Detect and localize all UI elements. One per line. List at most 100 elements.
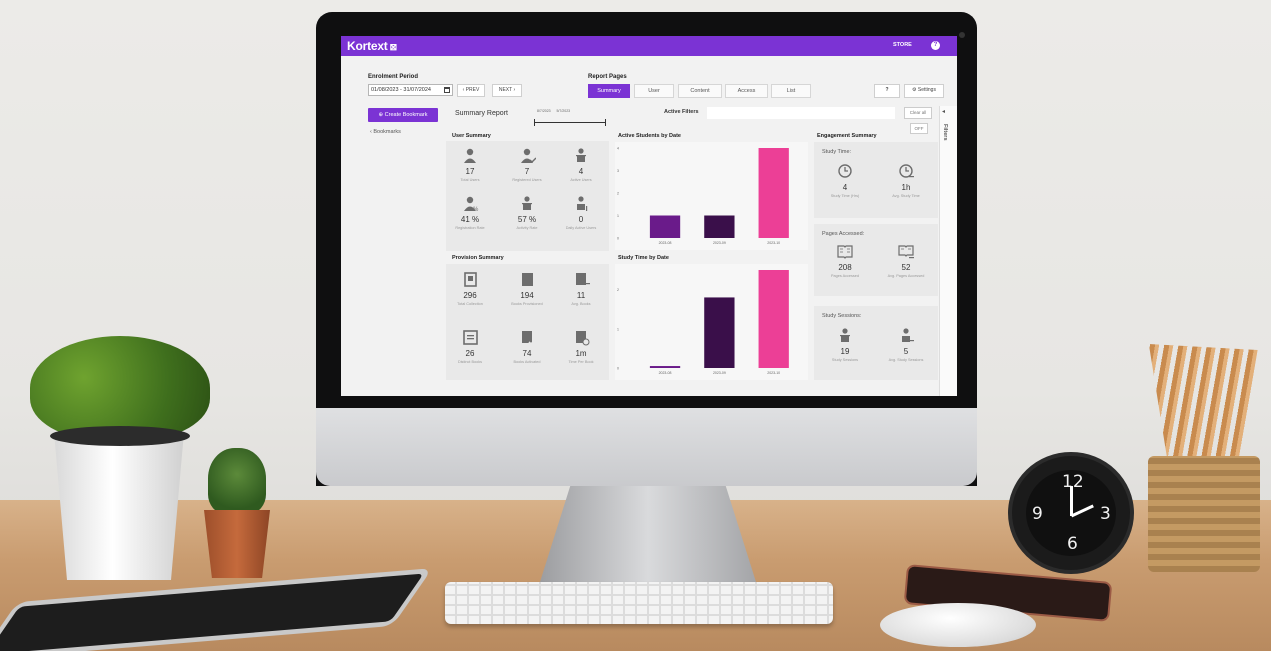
chart-bar[interactable]: [758, 270, 789, 368]
stat-label: Distinct Books: [457, 360, 483, 364]
filter-toggle-off[interactable]: OFF: [910, 123, 928, 134]
active-students-chart-title: Active Students by Date: [618, 133, 681, 139]
bookmarks-link[interactable]: ‹ Bookmarks: [370, 129, 401, 135]
stat-label: Avg. Books: [571, 302, 591, 306]
stat-value: 11: [576, 291, 586, 300]
user-book-icon: [499, 194, 555, 212]
clock-icon: [817, 162, 873, 180]
slider-handle-end[interactable]: [605, 119, 606, 126]
pages-accessed-stat: 208 Pages Accessed: [817, 242, 873, 278]
settings-button[interactable]: ⚙ Settings: [904, 84, 944, 98]
active-students-chart-svg: 0 1 2 3 4 2023-08 2023-09 2023-10: [617, 147, 789, 245]
filters-panel-label[interactable]: Filters: [942, 124, 948, 141]
stat-label: Avg. Study Time: [892, 194, 920, 198]
user-daily-icon: [553, 194, 609, 212]
chart-bar[interactable]: [649, 366, 681, 368]
alarm-clock: 12 3 6 9: [1008, 452, 1134, 574]
pages-accessed-label: Pages Accessed:: [822, 231, 865, 237]
filters-panel[interactable]: [939, 106, 957, 396]
stat-label: Pages Accessed: [830, 274, 860, 278]
user-book-icon: [553, 146, 609, 164]
enrolment-period-label: Enrolment Period: [368, 74, 419, 80]
y-tick-label: 2: [617, 192, 619, 196]
chart-bar[interactable]: [758, 148, 789, 238]
tab-content[interactable]: Content: [678, 84, 722, 98]
potted-plant: [30, 336, 210, 440]
book-clock-icon: [553, 328, 609, 346]
distinct-books-icon: [442, 328, 498, 346]
stat-label: Books Activated: [513, 360, 541, 364]
y-tick-label: 1: [617, 327, 619, 331]
app-logo[interactable]: Kortext ⊠: [347, 39, 397, 53]
tab-access[interactable]: Access: [725, 84, 768, 98]
x-tick-label: 2023-10: [767, 371, 780, 375]
stat-value: 57 %: [517, 215, 537, 224]
create-bookmark-button[interactable]: ⊕ Create Bookmark: [368, 108, 438, 122]
date-range-slider[interactable]: [534, 122, 606, 123]
stat-value: 0: [578, 215, 584, 224]
chart-bar[interactable]: [704, 297, 735, 368]
provision-summary-title: Provision Summary: [452, 255, 504, 261]
stat-value: 5: [903, 347, 909, 356]
report-controls: Enrolment Period 01/08/2023 - 31/07/2024…: [341, 56, 957, 106]
stat-value: 41 %: [460, 215, 480, 224]
provision-summary-stat: 26 Distinct Books: [442, 328, 498, 364]
x-tick-label: 2023-10: [767, 241, 780, 245]
enrolment-date-range[interactable]: 01/08/2023 - 31/07/2024: [368, 84, 453, 96]
chart-bar[interactable]: [649, 215, 681, 239]
pages-accessed-stat: 52 Avg. Pages Accessed: [878, 242, 934, 278]
pencils: [1148, 344, 1258, 464]
chart-bar[interactable]: [704, 215, 735, 239]
active-filters-box[interactable]: [707, 107, 895, 119]
x-tick-label: 2023-08: [659, 371, 672, 375]
stat-label: Registration Rate: [455, 226, 485, 230]
provision-summary-stat: 1m Time Per Book: [553, 328, 609, 364]
keyboard: [445, 582, 833, 624]
date-range-text: 01/08/2023 - 31/07/2024: [371, 87, 431, 93]
stat-label: Total Collection: [457, 302, 483, 306]
stat-label: Avg. Study Sessions: [888, 358, 924, 362]
stat-value: 17: [465, 167, 475, 176]
stat-value: 208: [838, 263, 852, 272]
calendar-icon[interactable]: [444, 87, 450, 93]
stat-label: Time Per Book: [568, 360, 594, 364]
pencil-cup: [1148, 456, 1260, 572]
tab-list[interactable]: List: [771, 84, 811, 98]
mouse: [880, 603, 1036, 647]
user-summary-stat: 17 Total Users: [442, 146, 498, 182]
user-summary-stat: 0 Daily Active Users: [553, 194, 609, 230]
stat-value: 4: [578, 167, 584, 176]
help-icon[interactable]: ?: [931, 41, 940, 50]
clock-avg-icon: [878, 162, 934, 180]
study-time-stat: 1h Avg. Study Time: [878, 162, 934, 198]
study-time-stat: 4 Study Time (Hrs): [817, 162, 873, 198]
y-tick-label: 1: [617, 214, 619, 218]
engagement-summary-title: Engagement Summary: [817, 133, 877, 139]
study-time-chart-svg: 0 1 2 2023-08 2023-09 2023-10: [617, 270, 789, 375]
stat-value: 296: [463, 291, 477, 300]
study-time-label: Study Time:: [822, 149, 852, 155]
store-link[interactable]: STORE: [893, 42, 912, 48]
cactus-pot: [204, 510, 270, 578]
stat-label: Active Users: [570, 178, 592, 182]
plant-pot: [54, 432, 184, 580]
clear-all-button[interactable]: Clear all: [904, 107, 932, 119]
stat-value: 1m: [575, 349, 587, 358]
stat-label: Daily Active Users: [565, 226, 597, 230]
provision-summary-stat: 194 Books Provisioned: [499, 270, 555, 306]
prev-button[interactable]: ‹ PREV: [457, 84, 485, 97]
stat-value: 7: [524, 167, 530, 176]
slider-handle-start[interactable]: [534, 119, 535, 126]
stat-label: Study Sessions: [831, 358, 859, 362]
help-button[interactable]: ?: [874, 84, 900, 98]
collection-icon: [442, 270, 498, 288]
tab-summary[interactable]: Summary: [588, 84, 630, 98]
provision-summary-stat: 296 Total Collection: [442, 270, 498, 306]
user-summary-stat: 7 Registered Users: [499, 146, 555, 182]
next-button[interactable]: NEXT ›: [492, 84, 522, 97]
apple-logo-icon: [631, 425, 661, 465]
collapse-arrow-icon[interactable]: ◂: [942, 108, 945, 115]
stat-value: 194: [520, 291, 534, 300]
tab-user[interactable]: User: [634, 84, 674, 98]
stat-value: 26: [465, 349, 475, 358]
